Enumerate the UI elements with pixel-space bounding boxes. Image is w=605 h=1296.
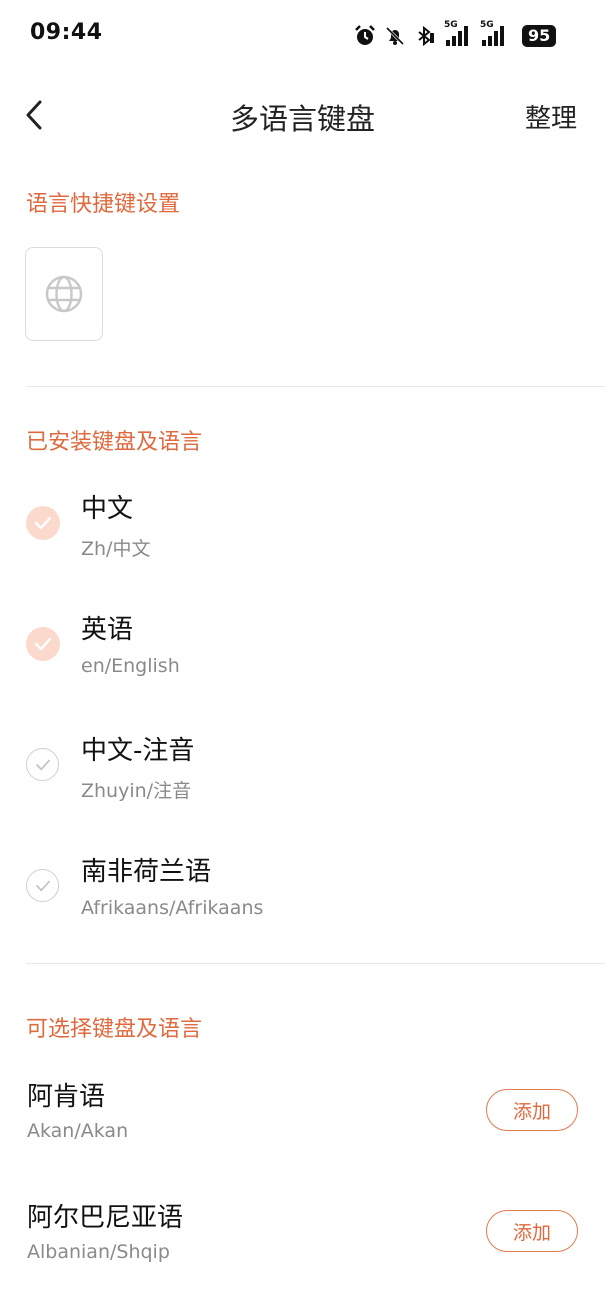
- add-button[interactable]: 添加: [486, 1089, 578, 1131]
- bell-muted-icon: [385, 26, 405, 46]
- network-type-1: 5G: [444, 20, 458, 30]
- installed-language-name[interactable]: 中文-注音: [81, 730, 194, 767]
- status-time: 09:44: [30, 20, 103, 45]
- section-title-installed: 已安装键盘及语言: [26, 430, 203, 455]
- section-title-shortcut: 语言快捷键设置: [26, 192, 181, 217]
- check-icon: [35, 880, 50, 892]
- manage-button[interactable]: 整理: [525, 98, 577, 135]
- globe-icon: [45, 275, 83, 313]
- checkbox-unchecked[interactable]: [26, 869, 59, 902]
- checkbox-unchecked[interactable]: [26, 748, 59, 781]
- installed-language-code: Afrikaans/Afrikaans: [81, 897, 264, 919]
- cellular-signal-1: 5G: [444, 20, 472, 48]
- installed-language-name[interactable]: 英语: [81, 609, 133, 646]
- checkbox-checked[interactable]: [26, 627, 60, 661]
- available-language-name: 阿肯语: [27, 1082, 106, 1112]
- language-shortcut-key[interactable]: [25, 247, 103, 341]
- available-language-name: 阿尔巴尼亚语: [27, 1203, 184, 1233]
- status-icons: 5G 5G 95: [354, 20, 557, 50]
- add-button[interactable]: 添加: [486, 1210, 578, 1252]
- check-icon: [34, 637, 52, 651]
- battery-level: 95: [522, 25, 557, 47]
- divider: [26, 963, 605, 964]
- installed-language-code: en/English: [81, 655, 180, 677]
- available-language-code: Akan/Akan: [27, 1120, 129, 1142]
- cellular-signal-2: 5G: [480, 20, 508, 48]
- check-icon: [35, 759, 50, 771]
- alarm-icon: [355, 25, 375, 45]
- installed-language-code: Zhuyin/注音: [81, 780, 192, 802]
- bluetooth-icon: [418, 25, 434, 47]
- section-title-available: 可选择键盘及语言: [26, 1017, 203, 1042]
- network-type-2: 5G: [480, 20, 494, 30]
- available-language-code: Albanian/Shqip: [27, 1241, 170, 1263]
- page-title: 多语言键盘: [229, 102, 375, 136]
- divider: [26, 386, 605, 387]
- installed-language-name[interactable]: 南非荷兰语: [81, 851, 211, 888]
- check-icon: [34, 516, 52, 530]
- checkbox-checked[interactable]: [26, 506, 60, 540]
- installed-language-name[interactable]: 中文: [81, 488, 133, 525]
- installed-language-code: Zh/中文: [81, 538, 151, 560]
